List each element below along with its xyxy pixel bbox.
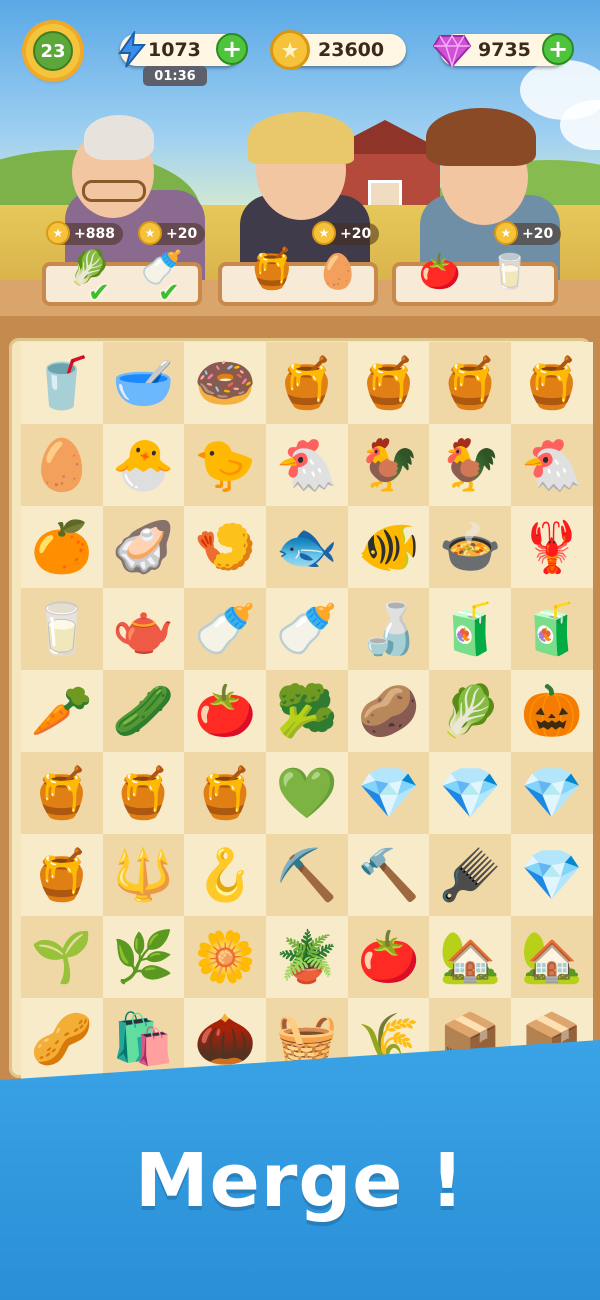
board-cell[interactable]: 🏡 [511, 916, 593, 998]
check-icon: ✔ [158, 278, 180, 308]
coin-icon: ★ [312, 221, 336, 245]
board-cell[interactable]: 🍯 [266, 342, 348, 424]
merge-board-frame: 🥤 🥣 🍩 🍯 🍯 🍯 🍯 🥚 🐣 🐤 🐔 🐓 🐓 🐔 🍊 🦪 🍤 🐟 🐠 🍲 🦞 🥛 🫖 🍼 🍼 🍶 🧃 🧃 🥕 🥒 🍅 🥦 🥔 🥬 🎃 🍯 🍯 🍯 💚 💎… [0, 316, 600, 1086]
board-cell[interactable]: ⛏️ [266, 834, 348, 916]
board-cell[interactable]: 🌱 [21, 916, 103, 998]
board-cell[interactable]: 🪝 [184, 834, 267, 916]
board-cell[interactable]: 🍯 [184, 752, 267, 834]
board-cell[interactable]: 🍩 [184, 342, 267, 424]
grandma-hair [84, 115, 154, 160]
board-cell[interactable]: 🍯 [21, 752, 103, 834]
coin-icon [270, 30, 310, 70]
board-cell[interactable]: 🍼 [184, 588, 267, 670]
girl-hair [248, 112, 354, 164]
board-cell[interactable]: 🥕 [21, 670, 103, 752]
board-cell[interactable]: 🍼 [266, 588, 348, 670]
board-cell[interactable]: 🏡 [429, 916, 512, 998]
board-cell[interactable]: 🐓 [347, 424, 430, 506]
glasses-icon [82, 180, 146, 202]
board-cell[interactable]: 🍶 [347, 588, 430, 670]
board-cell[interactable]: 🐓 [429, 424, 512, 506]
board-cell[interactable]: 💎 [511, 752, 593, 834]
gem-value: 9735 [478, 39, 531, 61]
board-cell[interactable]: 🫖 [102, 588, 185, 670]
board-cell[interactable]: 🥛 [21, 588, 103, 670]
board-cell[interactable]: 🍯 [511, 342, 593, 424]
banner-title: Merge ! [135, 1138, 465, 1224]
energy-value: 1073 [148, 39, 201, 61]
energy-counter[interactable]: 1073 + [118, 31, 248, 68]
honey-jar-icon[interactable]: 🍯 [242, 238, 302, 298]
board-cell[interactable]: 🥚 [21, 424, 103, 506]
board-cell[interactable]: 🥤 [21, 342, 103, 424]
level-badge[interactable]: 23 [26, 24, 80, 78]
reward-tag: ★ +20 [494, 221, 562, 245]
egg-icon[interactable]: 🥚 [310, 244, 366, 300]
tomato-icon[interactable]: 🍅 [410, 244, 470, 300]
coin-value: 23600 [318, 39, 385, 61]
board-cell[interactable]: 🥒 [102, 670, 185, 752]
add-gems-button[interactable]: + [542, 33, 574, 65]
board-cell[interactable]: 🥦 [266, 670, 348, 752]
board-cell[interactable]: 🐤 [184, 424, 267, 506]
board-cell[interactable]: 🍯 [347, 342, 430, 424]
energy-timer: 01:36 [143, 66, 207, 86]
board-cell[interactable]: 🪴 [266, 916, 348, 998]
board-cell[interactable]: 🛍️ [102, 998, 185, 1080]
board-cell[interactable]: 💎 [429, 752, 512, 834]
merge-board: 🥤 🥣 🍩 🍯 🍯 🍯 🍯 🥚 🐣 🐤 🐔 🐓 🐓 🐔 🍊 🦪 🍤 🐟 🐠 🍲 🦞 🥛 🫖 🍼 🍼 🍶 🧃 🧃 🥕 🥒 🍅 🥦 🥔 🥬 🎃 🍯 🍯 🍯 💚 💎… [9, 338, 593, 1080]
board-cell[interactable]: 🍤 [184, 506, 267, 588]
board-cell[interactable]: 🥬 [429, 670, 512, 752]
top-hud: 23 1073 + 01:36 23600 9735 + [0, 0, 600, 90]
board-cell[interactable]: 🍲 [429, 506, 512, 588]
board-cell[interactable]: 💎 [347, 752, 430, 834]
board-cell[interactable]: 🍯 [429, 342, 512, 424]
board-cell[interactable]: 🥜 [21, 998, 103, 1080]
boy-hair [426, 108, 536, 166]
milk-carton-icon[interactable]: 🥛 [482, 244, 538, 300]
board-cell[interactable]: 🌼 [184, 916, 267, 998]
board-cell[interactable]: 🐠 [347, 506, 430, 588]
board-cell[interactable]: 🧃 [511, 588, 593, 670]
board-cell[interactable]: 🦪 [102, 506, 185, 588]
board-cell[interactable]: 🪮 [429, 834, 512, 916]
board-cell[interactable]: 🍊 [21, 506, 103, 588]
board-cell[interactable]: 🧃 [429, 588, 512, 670]
level-number: 23 [33, 31, 73, 71]
board-cell[interactable]: 💚 [266, 752, 348, 834]
board-cell[interactable]: 🐣 [102, 424, 185, 506]
board-cell[interactable]: 🎃 [511, 670, 593, 752]
board-cell[interactable]: 💎 [511, 834, 593, 916]
coin-icon: ★ [494, 221, 518, 245]
check-icon: ✔ [88, 278, 110, 308]
board-cell[interactable]: 🔨 [347, 834, 430, 916]
merge-grid: 🥤 🥣 🍩 🍯 🍯 🍯 🍯 🥚 🐣 🐤 🐔 🐓 🐓 🐔 🍊 🦪 🍤 🐟 🐠 🍲 🦞 🥛 🫖 🍼 🍼 🍶 🧃 🧃 🥕 🥒 🍅 🥦 🥔 🥬 🎃 🍯 🍯 🍯 💚 💎… [21, 342, 593, 1080]
board-cell[interactable]: 🍅 [347, 916, 430, 998]
board-cell[interactable]: 🌿 [102, 916, 185, 998]
board-cell[interactable]: 🐔 [266, 424, 348, 506]
add-energy-button[interactable]: + [216, 33, 248, 65]
gem-icon [432, 30, 472, 70]
board-cell[interactable]: 🍅 [184, 670, 267, 752]
board-cell[interactable]: 🍯 [102, 752, 185, 834]
board-cell[interactable]: 🥣 [102, 342, 185, 424]
board-cell[interactable]: 🦞 [511, 506, 593, 588]
coin-counter[interactable]: 23600 [270, 30, 406, 70]
board-cell[interactable]: 🍯 [21, 834, 103, 916]
gem-counter[interactable]: 9735 + [432, 33, 574, 68]
board-cell[interactable]: 🐔 [511, 424, 593, 506]
lightning-icon [112, 30, 152, 70]
board-cell[interactable]: 🔱 [102, 834, 185, 916]
board-cell[interactable]: 🥔 [347, 670, 430, 752]
reward-tag: ★ +20 [312, 221, 380, 245]
board-cell[interactable]: 🐟 [266, 506, 348, 588]
